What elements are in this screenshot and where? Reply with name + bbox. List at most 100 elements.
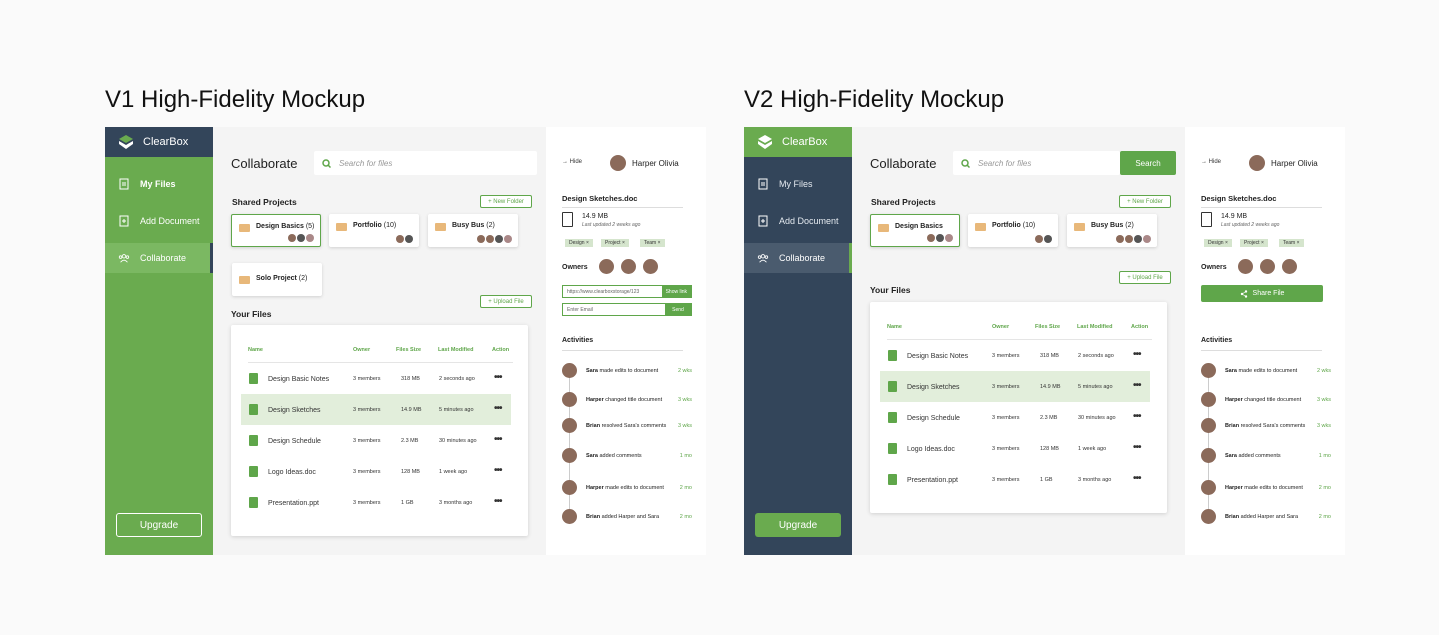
more-icon[interactable]: ••• [494,434,502,445]
member-avatars [288,234,314,242]
col-name[interactable]: Name [248,347,263,353]
table-row[interactable]: Logo Ideas.doc 3 members 128 MB 1 week a… [880,433,1150,464]
col-size[interactable]: Files Size [1035,324,1060,330]
folder-card[interactable]: Busy Bus (2) [1067,214,1157,247]
upgrade-button[interactable]: Upgrade [755,513,841,537]
user-profile[interactable]: Harper Olivia [1249,155,1318,171]
tag-chip[interactable]: Project × [1240,239,1268,247]
table-row[interactable]: Presentation.ppt 3 members 1 GB 3 months… [241,487,511,518]
nav-my-files[interactable]: My Files [744,169,852,199]
table-row[interactable]: Design Sketches 3 members 14.9 MB 5 minu… [880,371,1150,402]
more-icon[interactable]: ••• [494,496,502,507]
upload-file-button[interactable]: + Upload File [1119,271,1171,284]
tag-chip[interactable]: Team × [1279,239,1304,247]
more-icon[interactable]: ••• [1133,349,1141,360]
search-input[interactable]: Search for files [314,151,537,175]
avatar[interactable] [1238,259,1253,274]
nav-add-document[interactable]: Add Document [744,206,852,236]
avatar[interactable] [599,259,614,274]
user-profile[interactable]: Harper Olivia [610,155,679,171]
folder-card[interactable]: Solo Project (2) [232,263,322,296]
add-file-icon [119,215,129,227]
nav-collaborate[interactable]: Collaborate [105,243,213,273]
brand-logo[interactable]: ClearBox [105,127,213,157]
search-button[interactable]: Search [1120,151,1176,175]
col-name[interactable]: Name [887,324,902,330]
folder-card[interactable]: Portfolio (10) [329,214,419,247]
new-folder-button[interactable]: + New Folder [1119,195,1171,208]
spreadsheet-file-icon [888,412,897,423]
more-icon[interactable]: ••• [1133,442,1141,453]
hide-button[interactable]: → Hide [562,159,582,165]
search-input[interactable]: Search for files [953,151,1120,175]
v2-main: Collaborate Search for files Search Shar… [852,127,1185,555]
activity-user: Harper [586,397,604,403]
folder-card[interactable]: Design Basics [870,214,960,247]
folder-card[interactable]: Design Basics (5) [231,214,321,247]
tag-chip[interactable]: Team × [640,239,665,247]
doc-size: 14.9 MB [1221,213,1248,220]
nav-add-document[interactable]: Add Document [105,206,213,236]
table-row[interactable]: Design Basic Notes 3 members 318 MB 2 se… [880,340,1150,371]
file-icon [758,178,768,190]
activity-text: made edits to document [1236,368,1298,374]
more-icon[interactable]: ••• [1133,380,1141,391]
send-button[interactable]: Send [665,304,691,315]
brand-logo[interactable]: ClearBox [744,127,852,157]
activity-text: added comments [597,453,642,459]
folder-icon [336,223,347,231]
table-row[interactable]: Design Schedule 3 members 2.3 MB 30 minu… [880,402,1150,433]
more-icon[interactable]: ••• [1133,473,1141,484]
more-icon[interactable]: ••• [494,465,502,476]
hide-label: Hide [1208,159,1222,165]
nav-collaborate[interactable]: Collaborate [744,243,852,273]
table-row[interactable]: Design Basic Notes 3 members 318 MB 2 se… [241,363,511,394]
more-icon[interactable]: ••• [494,403,502,414]
table-row[interactable]: Presentation.ppt 3 members 1 GB 3 months… [880,464,1150,495]
file-size: 14.9 MB [1040,384,1061,390]
activity-item: Harper made edits to document 2 mo [562,480,692,496]
upload-file-button[interactable]: + Upload File [480,295,532,308]
col-size[interactable]: Files Size [396,347,421,353]
col-modified[interactable]: Last Modified [1077,324,1112,330]
show-link-button[interactable]: Show link [661,286,691,297]
member-avatars [477,235,512,243]
folder-icon [878,224,889,232]
nav-my-files[interactable]: My Files [105,169,213,199]
files-table: Name Owner Files Size Last Modified Acti… [870,302,1167,513]
folder-card[interactable]: Portfolio (10) [968,214,1058,247]
file-name: Design Sketches [268,407,321,414]
avatar[interactable] [621,259,636,274]
page-title: Collaborate [231,156,298,171]
share-file-button[interactable]: Share File [1201,285,1323,302]
folder-icon [239,276,250,284]
v2-details-panel: → Hide Harper Olivia Design Sketches.doc… [1185,127,1345,555]
table-row[interactable]: Logo Ideas.doc 3 members 128 MB 1 week a… [241,456,511,487]
activity-item: Brian resolved Sara's comments 3 wks [1201,418,1331,434]
avatar[interactable] [1282,259,1297,274]
activity-item: Harper changed title document 3 wks [1201,392,1331,408]
avatar [1249,155,1265,171]
new-folder-button[interactable]: + New Folder [480,195,532,208]
document-icon [1201,212,1212,227]
folder-card[interactable]: Busy Bus (2) [428,214,518,247]
tag-chip[interactable]: Project × [601,239,629,247]
col-modified[interactable]: Last Modified [438,347,473,353]
file-name: Presentation.ppt [907,477,958,484]
avatar[interactable] [1260,259,1275,274]
tag-chip[interactable]: Design × [1204,239,1232,247]
tag-chip[interactable]: Design × [565,239,593,247]
col-owner[interactable]: Owner [992,324,1009,330]
avatar[interactable] [643,259,658,274]
share-link-field[interactable]: https://www.clearboxstorage/123 Show lin… [562,285,692,298]
doc-updated: Last updated 2 weeks ago [582,222,641,228]
table-row[interactable]: Design Schedule 3 members 2.3 MB 30 minu… [241,425,511,456]
table-row[interactable]: Design Sketches 3 members 14.9 MB 5 minu… [241,394,511,425]
hide-button[interactable]: → Hide [1201,159,1221,165]
nav-label: My Files [140,179,176,189]
more-icon[interactable]: ••• [494,372,502,383]
col-owner[interactable]: Owner [353,347,370,353]
email-field[interactable]: Enter Email Send [562,303,692,316]
upgrade-button[interactable]: Upgrade [116,513,202,537]
more-icon[interactable]: ••• [1133,411,1141,422]
